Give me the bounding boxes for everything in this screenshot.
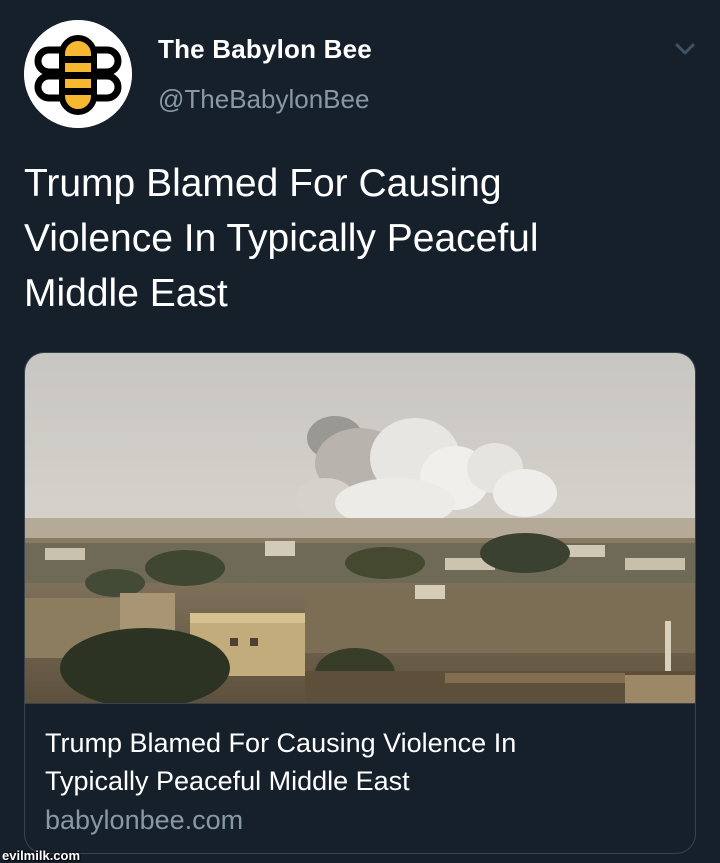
card-photo[interactable] [25, 353, 695, 703]
account-handle[interactable]: @TheBabylonBee [158, 84, 369, 115]
bee-logo-icon [24, 20, 132, 128]
display-name[interactable]: The Babylon Bee [158, 34, 372, 65]
tweet-text: Trump Blamed For Causing Violence In Typ… [24, 162, 539, 315]
watermark: evilmilk.com [2, 848, 81, 863]
link-card[interactable]: Trump Blamed For Causing Violence In Typ… [24, 352, 696, 854]
avatar[interactable] [24, 20, 132, 128]
card-title[interactable]: Trump Blamed For Causing Violence In Typ… [45, 724, 675, 800]
card-domain[interactable]: babylonbee.com [45, 805, 243, 836]
chevron-down-icon[interactable] [670, 36, 700, 62]
tweet-header: The Babylon Bee @TheBabylonBee [0, 0, 720, 140]
card-body[interactable]: Trump Blamed For Causing Violence In Typ… [25, 703, 695, 853]
